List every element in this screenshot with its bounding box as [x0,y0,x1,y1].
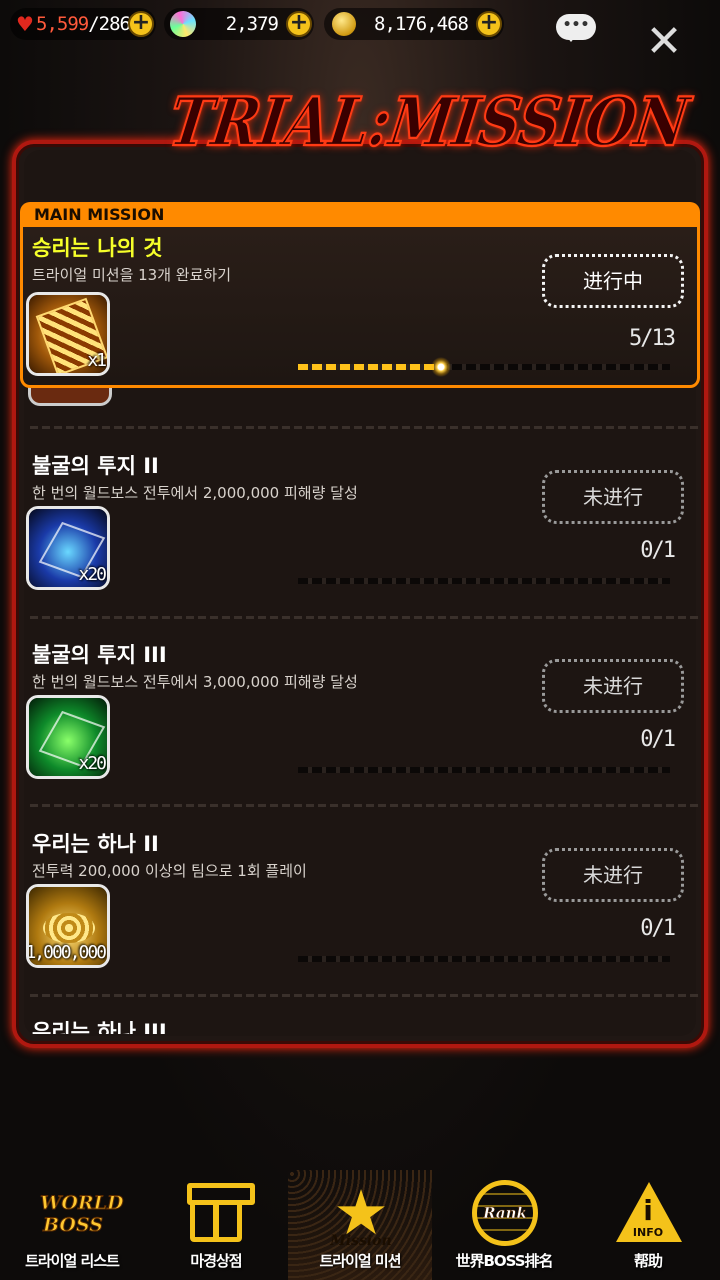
main-mission-progress: 5/13 [629,326,676,351]
mission-item: 불굴의 투지 III 한 번의 월드보스 전투에서 3,000,000 피해량 … [20,627,700,813]
mission-progress: 0/1 [640,727,676,752]
mission-title: 우리는 하나 II [32,832,159,856]
mission-item: 우리는 하나 III [20,1004,700,1034]
ticket-icon[interactable]: x1 [26,292,110,376]
heart-icon: ♥ [16,12,34,36]
mission-status-button[interactable]: 未进行 [542,470,684,524]
blue-cube-icon[interactable]: x20 [26,506,110,590]
info-text: INFO [632,1226,664,1239]
main-mission-header-label: MAIN MISSION [34,205,165,224]
mission-progress: 0/1 [640,916,676,941]
bottom-nav: WORLD BOSS 트라이얼 리스트 마경상점 ★ Mission 트라이얼 미… [0,1170,720,1280]
mission-item: 불굴의 투지 II 한 번의 월드보스 전투에서 2,000,000 피해량 달… [20,438,700,624]
mission-status-button[interactable]: 未进行 [542,848,684,902]
info-glyph: i [643,1194,653,1227]
divider [30,616,698,619]
mission-desc: 전투력 200,000 이상의 팀으로 1회 플레이 [32,862,307,880]
divider [30,804,698,807]
nav-label: 트라이얼 리스트 [25,1252,120,1270]
reward-quantity: x20 [78,564,106,585]
main-mission-card: MAIN MISSION 승리는 나의 것 트라이얼 미션을 13개 완료하기 … [20,202,700,388]
mission-title: 불굴의 투지 II [32,454,159,478]
resource-bar: ♥ 5,599/286 + 2,379 + 8,176,468 + ••• [8,6,712,42]
reward-quantity: x1,000,000 [26,942,107,963]
gem-icon [166,7,200,41]
mission-desc: 한 번의 월드보스 전투에서 2,000,000 피해량 달성 [32,484,358,502]
mission-item: 우리는 하나 II 전투력 200,000 이상의 팀으로 1회 플레이 x1,… [20,816,700,1002]
gold-counter: 8,176,468 + [324,8,504,40]
main-mission-header: MAIN MISSION [20,202,700,226]
add-gems-button[interactable]: + [286,11,312,37]
nav-label: 帮助 [633,1252,663,1270]
divider [30,426,698,429]
gold-amount: 8,176,468 [374,13,469,35]
progress-bar [298,956,670,962]
stamina-counter: ♥ 5,599/286 + [10,8,156,40]
stamina-current: 5,599 [36,13,89,35]
add-stamina-button[interactable]: + [128,11,154,37]
world-boss-icon: WORLD BOSS [40,1192,125,1237]
gold-coin-icon [332,12,356,36]
mission-star-icon: ★ Mission [330,1176,392,1250]
mission-desc: 한 번의 월드보스 전투에서 3,000,000 피해량 달성 [32,673,358,691]
progress-bar [298,578,670,584]
gift-icon [187,1183,255,1242]
main-mission-status-button[interactable]: 进行中 [542,254,684,308]
nav-trial-mission[interactable]: ★ Mission 트라이얼 미션 [288,1170,432,1280]
nav-label: 마경상점 [190,1252,242,1270]
gem-counter: 2,379 + [164,7,314,41]
chat-icon[interactable]: ••• [556,14,596,42]
main-mission-title: 승리는 나의 것 [32,236,163,260]
progress-fill [298,364,442,370]
nav-label: 世界BOSS排名 [455,1252,553,1270]
green-cube-icon[interactable]: x20 [26,695,110,779]
gold-coins-icon[interactable]: x1,000,000 [26,884,110,968]
nav-trial-list[interactable]: WORLD BOSS 트라이얼 리스트 [0,1170,144,1280]
main-mission-desc: 트라이얼 미션을 13개 완료하기 [32,266,231,284]
nav-label: 트라이얼 미션 [319,1252,401,1270]
close-icon[interactable]: ✕ [640,20,688,68]
reward-quantity: x20 [78,753,106,774]
nav-help[interactable]: i INFO 帮助 [576,1170,720,1280]
progress-bar [298,767,670,773]
nav-shop[interactable]: 마경상점 [144,1170,288,1280]
mission-title: 불굴의 투지 III [32,643,167,667]
divider [30,994,698,997]
gem-amount: 2,379 [225,13,279,35]
add-gold-button[interactable]: + [476,11,502,37]
reward-quantity: x1 [87,350,107,371]
mission-progress: 0/1 [640,538,676,563]
progress-bar [298,357,670,377]
rank-globe-icon: Rank [472,1180,538,1246]
stamina-max: /286 [88,13,131,35]
mission-status-button[interactable]: 未进行 [542,659,684,713]
mission-title: 우리는 하나 III [32,1020,167,1034]
page-title: TRIAL:MISSION [163,82,693,162]
nav-boss-rank[interactable]: Rank 世界BOSS排名 [432,1170,576,1280]
